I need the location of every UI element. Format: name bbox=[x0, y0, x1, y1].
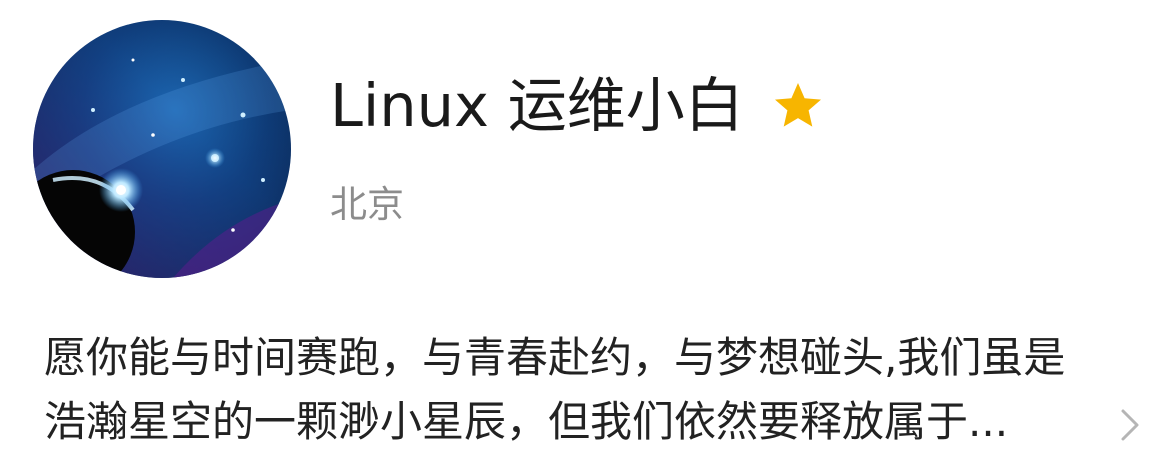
name-row: Linux 运维小白 bbox=[330, 66, 824, 146]
signature-line: 浩瀚星空的一颗渺小星辰，但我们依然要释放属于... bbox=[44, 397, 1009, 446]
star-icon bbox=[774, 83, 821, 127]
chevron-right-icon[interactable] bbox=[1119, 408, 1141, 442]
nickname: Linux 运维小白 bbox=[330, 71, 744, 140]
signature-line: 愿你能与时间赛跑，与青春赴约，与梦想碰头,我们虽是 bbox=[44, 333, 1066, 382]
signature-text: 愿你能与时间赛跑，与青春赴约，与梦想碰头,我们虽是 浩瀚星空的一颗渺小星辰，但我… bbox=[44, 326, 1124, 454]
galaxy-avatar-icon bbox=[33, 20, 291, 278]
location-text: 北京 bbox=[330, 183, 404, 226]
profile-card[interactable]: Linux 运维小白 北京 愿你能与时间赛跑，与青春赴约，与梦想碰头,我们虽是 … bbox=[0, 0, 1163, 459]
avatar[interactable] bbox=[33, 20, 291, 278]
